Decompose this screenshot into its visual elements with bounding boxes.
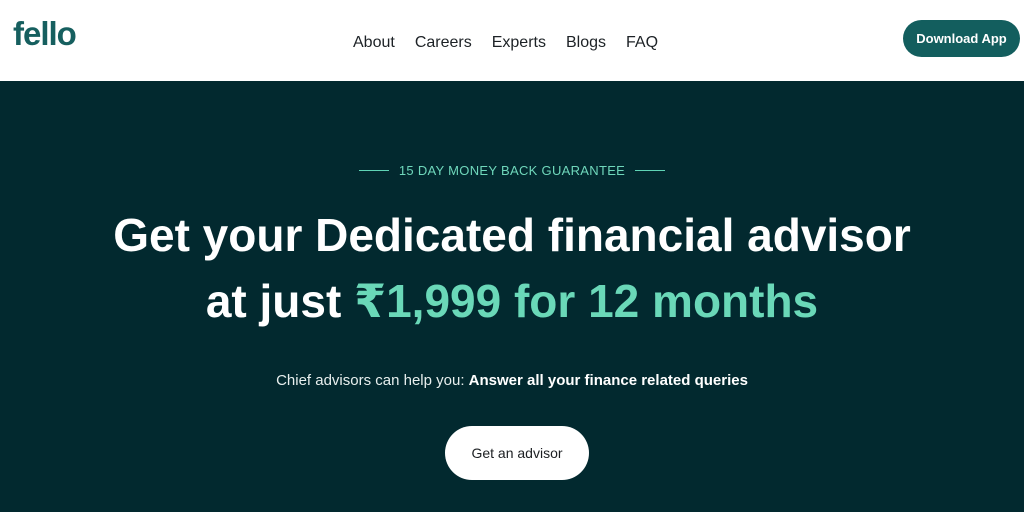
nav-about-link[interactable]: About (353, 33, 395, 53)
nav-careers-link[interactable]: Careers (415, 33, 472, 53)
nav-blogs-link[interactable]: Blogs (566, 33, 606, 53)
hero-section: 15 DAY MONEY BACK GUARANTEE Get your Ded… (0, 81, 1024, 512)
download-app-button[interactable]: Download App (903, 20, 1020, 57)
guarantee-left-line (358, 170, 389, 171)
get-advisor-button[interactable]: Get an advisor (445, 426, 589, 480)
subtext-bold: Answer all your finance related queries (468, 372, 748, 389)
top-navbar: fello About Careers Experts Blogs FAQ Do… (0, 0, 1024, 81)
guarantee-text: 15 DAY MONEY BACK GUARANTEE (398, 163, 626, 178)
hero-subtext: Chief advisors can help you: Answer all … (0, 372, 1024, 389)
main-nav: About Careers Experts Blogs FAQ (353, 33, 658, 53)
fello-logo[interactable]: fello (13, 17, 77, 50)
headline-line-1: Get your Dedicated financial advisor (113, 209, 911, 261)
hero-headline: Get your Dedicated financial advisor at … (0, 202, 1024, 334)
subtext-prefix: Chief advisors can help you: (276, 372, 465, 389)
guarantee-right-line (635, 170, 666, 171)
guarantee-banner: 15 DAY MONEY BACK GUARANTEE (0, 163, 1024, 178)
nav-faq-link[interactable]: FAQ (626, 33, 658, 53)
headline-line-2-prefix: at just (205, 275, 342, 327)
headline-price-accent: ₹1,999 for 12 months (354, 275, 819, 327)
nav-experts-link[interactable]: Experts (492, 33, 546, 53)
